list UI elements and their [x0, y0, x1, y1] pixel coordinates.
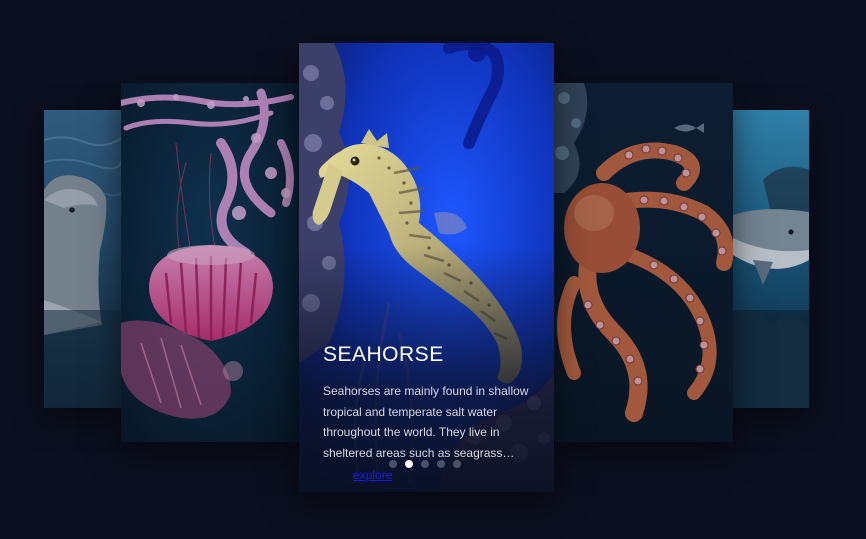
slide-jellyfish[interactable]: [121, 83, 299, 442]
card-content: SEAHORSE Seahorses are mainly found in s…: [323, 343, 530, 463]
shark-image: [733, 110, 809, 408]
jellyfish-image: [121, 83, 299, 442]
octopus-image: [554, 83, 733, 442]
dolphin-image: [44, 110, 122, 408]
carousel-stage: SEAHORSE Seahorses are mainly found in s…: [0, 0, 866, 539]
explore-link[interactable]: explore: [353, 468, 392, 482]
pagination-dots: [389, 460, 461, 468]
pagination-dot[interactable]: [453, 460, 461, 468]
pagination-dot[interactable]: [389, 460, 397, 468]
slide-dolphin[interactable]: [44, 110, 122, 408]
slide-shark[interactable]: [733, 110, 809, 408]
card-title: SEAHORSE: [323, 343, 444, 366]
pagination-dot[interactable]: [437, 460, 445, 468]
slide-seahorse-active[interactable]: SEAHORSE Seahorses are mainly found in s…: [299, 43, 554, 492]
pagination-dot-active[interactable]: [405, 460, 413, 468]
pagination-dot[interactable]: [421, 460, 429, 468]
card-description: Seahorses are mainly found in shallow tr…: [323, 384, 529, 460]
slide-octopus[interactable]: [554, 83, 733, 442]
